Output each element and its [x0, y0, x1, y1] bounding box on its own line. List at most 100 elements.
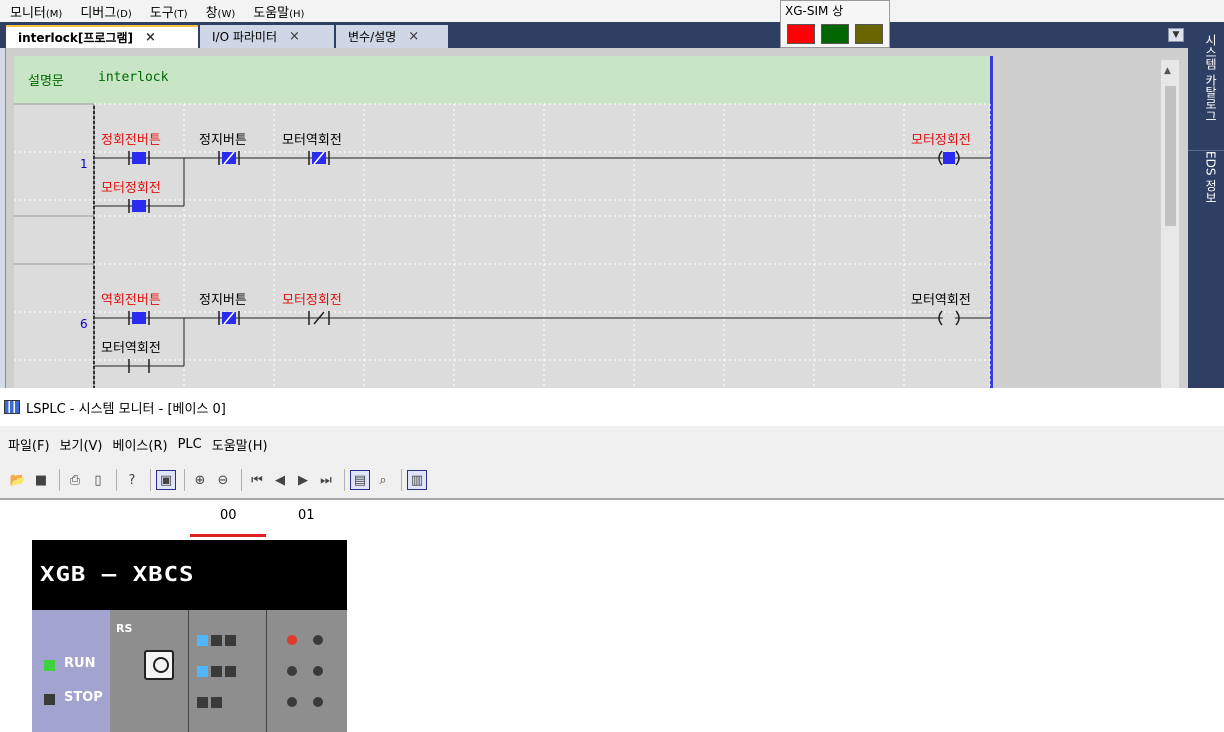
close-icon[interactable]: × — [289, 29, 300, 44]
slot-00-module[interactable] — [189, 610, 267, 732]
slot1-red-led — [287, 635, 297, 645]
plc-base-image: XGB — XBCS RUN STOP RS — [32, 540, 347, 732]
prev-icon[interactable]: ◀ — [270, 470, 290, 490]
main-menubar: 모니터(M) 디버그(D) 도구(T) 창(W) 도움말(H) — [0, 0, 1224, 22]
slot1-led — [313, 697, 323, 707]
menu-debug[interactable]: 디버그(D) — [80, 2, 131, 21]
tab-interlock-program[interactable]: interlock[프로그램] × — [6, 25, 198, 48]
io-info-icon[interactable]: ⌕ — [373, 470, 393, 490]
toolbar-separator — [116, 469, 117, 491]
module-icon[interactable]: ▥ — [407, 470, 427, 490]
status-popup-title: XG-SIM 상 — [785, 4, 844, 18]
close-icon[interactable]: × — [408, 29, 419, 44]
ladder-diagram[interactable]: 설명문 interlock 1 정회전버튼 정지버튼 모터역회전 모터정회전 모… — [14, 56, 994, 388]
menu-base[interactable]: 베이스(R) — [113, 435, 168, 454]
xg-sim-status-popup: XG-SIM 상 — [780, 0, 890, 48]
tab-list-dropdown-icon[interactable]: ▼ — [1168, 28, 1184, 42]
menu-tools[interactable]: 도구(T) — [150, 2, 188, 21]
io-icon[interactable]: ▤ — [350, 470, 370, 490]
stop-led — [44, 694, 55, 705]
status-green-indicator — [821, 24, 849, 44]
monitor-toolbar: 📂 ■ ⎙ ▯ ? ▣ ⊕ ⊖ ⏮ ◀ ▶ ⏭ ▤ ⌕ ▥ — [0, 462, 1224, 500]
rung1-contact3-label: 모터역회전 — [282, 133, 342, 148]
menu-file[interactable]: 파일(F) — [8, 435, 50, 454]
selected-slot-indicator — [190, 534, 266, 537]
toolbar-separator — [59, 469, 60, 491]
rung-number: 1 — [80, 157, 88, 171]
menu-plc[interactable]: PLC — [178, 437, 202, 452]
rung-number: 6 — [80, 317, 88, 331]
rung6-contact2-label: 정지버튼 — [199, 293, 247, 308]
menu-window[interactable]: 창(W) — [206, 2, 236, 21]
scroll-up-icon[interactable]: ▲ — [1164, 66, 1171, 76]
tab-variable-comment[interactable]: 변수/설명 × — [336, 25, 448, 48]
document-tabbar: interlock[프로그램] × I/O 파라미터 × 변수/설명 × — [0, 22, 1188, 48]
app-icon — [4, 400, 20, 414]
rung1-contact-1-active-fill — [132, 152, 146, 164]
menu-help[interactable]: 도움말(H) — [212, 435, 268, 454]
close-icon[interactable]: × — [145, 30, 156, 45]
slot1-led — [313, 666, 323, 676]
rung1-branch-contact-active-fill — [132, 200, 146, 212]
rung6-contact-1-active-fill — [132, 312, 146, 324]
slot0-led — [211, 697, 222, 708]
rung6-contact1-label: 역회전버튼 — [101, 293, 161, 308]
plc-model-banner: XGB — XBCS — [32, 540, 347, 610]
print-icon[interactable]: ⎙ — [65, 470, 85, 490]
toolbar-separator — [150, 469, 151, 491]
slot0-led — [225, 666, 236, 677]
slot0-led — [197, 635, 208, 646]
first-icon[interactable]: ⏮ — [247, 470, 267, 490]
zoom-out-icon[interactable]: ⊖ — [213, 470, 233, 490]
slot1-led — [287, 697, 297, 707]
slot0-led — [211, 635, 222, 646]
tab-system-catalog[interactable]: 시스템 카탈로그 — [1188, 34, 1224, 134]
monitor-icon[interactable]: ▣ — [156, 470, 176, 490]
run-label: RUN — [64, 656, 96, 671]
slot1-led — [313, 635, 323, 645]
side-panel-tabs: 시스템 카탈로그 EDS 정보 — [1188, 22, 1224, 388]
slot-header-00[interactable]: 00 — [220, 508, 237, 523]
rung1-branch-label: 모터정회전 — [101, 181, 161, 196]
ladder-editor: 설명문 interlock 1 정회전버튼 정지버튼 모터역회전 모터정회전 모… — [5, 48, 1188, 388]
editor-vertical-scrollbar[interactable]: ▲ — [1161, 60, 1179, 388]
run-led — [44, 660, 55, 671]
rung6-coil-gap — [943, 314, 955, 322]
slot-header-01[interactable]: 01 — [298, 508, 315, 523]
menu-monitor[interactable]: 모니터(M) — [10, 2, 62, 21]
toolbar-separator — [344, 469, 345, 491]
rung1-coil-label: 모터정회전 — [911, 133, 971, 148]
tab-eds-info[interactable]: EDS 정보 — [1188, 150, 1224, 230]
cpu-module[interactable]: RUN STOP — [32, 610, 110, 732]
slot0-led — [197, 697, 208, 708]
monitor-menubar: 파일(F) 보기(V) 베이스(R) PLC 도움말(H) — [0, 426, 1224, 462]
slot0-led — [211, 666, 222, 677]
last-icon[interactable]: ⏭ — [316, 470, 336, 490]
open-icon[interactable]: 📂 — [8, 470, 28, 490]
rung6-branch-label: 모터역회전 — [101, 341, 161, 356]
ladder-drawing — [14, 103, 991, 388]
help-icon[interactable]: ? — [122, 470, 142, 490]
tab-io-parameter[interactable]: I/O 파라미터 × — [200, 25, 334, 48]
rung1-coil-active-fill — [943, 152, 955, 164]
status-olive-indicator — [855, 24, 883, 44]
rung6-coil-label: 모터역회전 — [911, 293, 971, 308]
xg5000-editor-window: 모니터(M) 디버그(D) 도구(T) 창(W) 도움말(H) interloc… — [0, 0, 1224, 388]
print-preview-icon[interactable]: ▯ — [88, 470, 108, 490]
rs-label: RS — [116, 622, 133, 635]
rung6-contact3-label: 모터정회전 — [282, 293, 342, 308]
plc-model-name: XGB — XBCS — [40, 562, 195, 586]
save-icon[interactable]: ■ — [31, 470, 51, 490]
window-title: LSPLC - 시스템 모니터 - [베이스 0] — [26, 401, 226, 417]
next-icon[interactable]: ▶ — [293, 470, 313, 490]
zoom-in-icon[interactable]: ⊕ — [190, 470, 210, 490]
menu-view[interactable]: 보기(V) — [60, 435, 103, 454]
scrollbar-thumb[interactable] — [1165, 86, 1176, 226]
toolbar-separator — [401, 469, 402, 491]
system-monitor-window: LSPLC - 시스템 모니터 - [베이스 0] 파일(F) 보기(V) 베이… — [0, 388, 1224, 732]
slot-01-module[interactable] — [267, 610, 347, 732]
toolbar-separator — [241, 469, 242, 491]
toolbar-separator — [184, 469, 185, 491]
window-titlebar: LSPLC - 시스템 모니터 - [베이스 0] — [0, 388, 1224, 426]
menu-help[interactable]: 도움말(H) — [253, 2, 304, 21]
